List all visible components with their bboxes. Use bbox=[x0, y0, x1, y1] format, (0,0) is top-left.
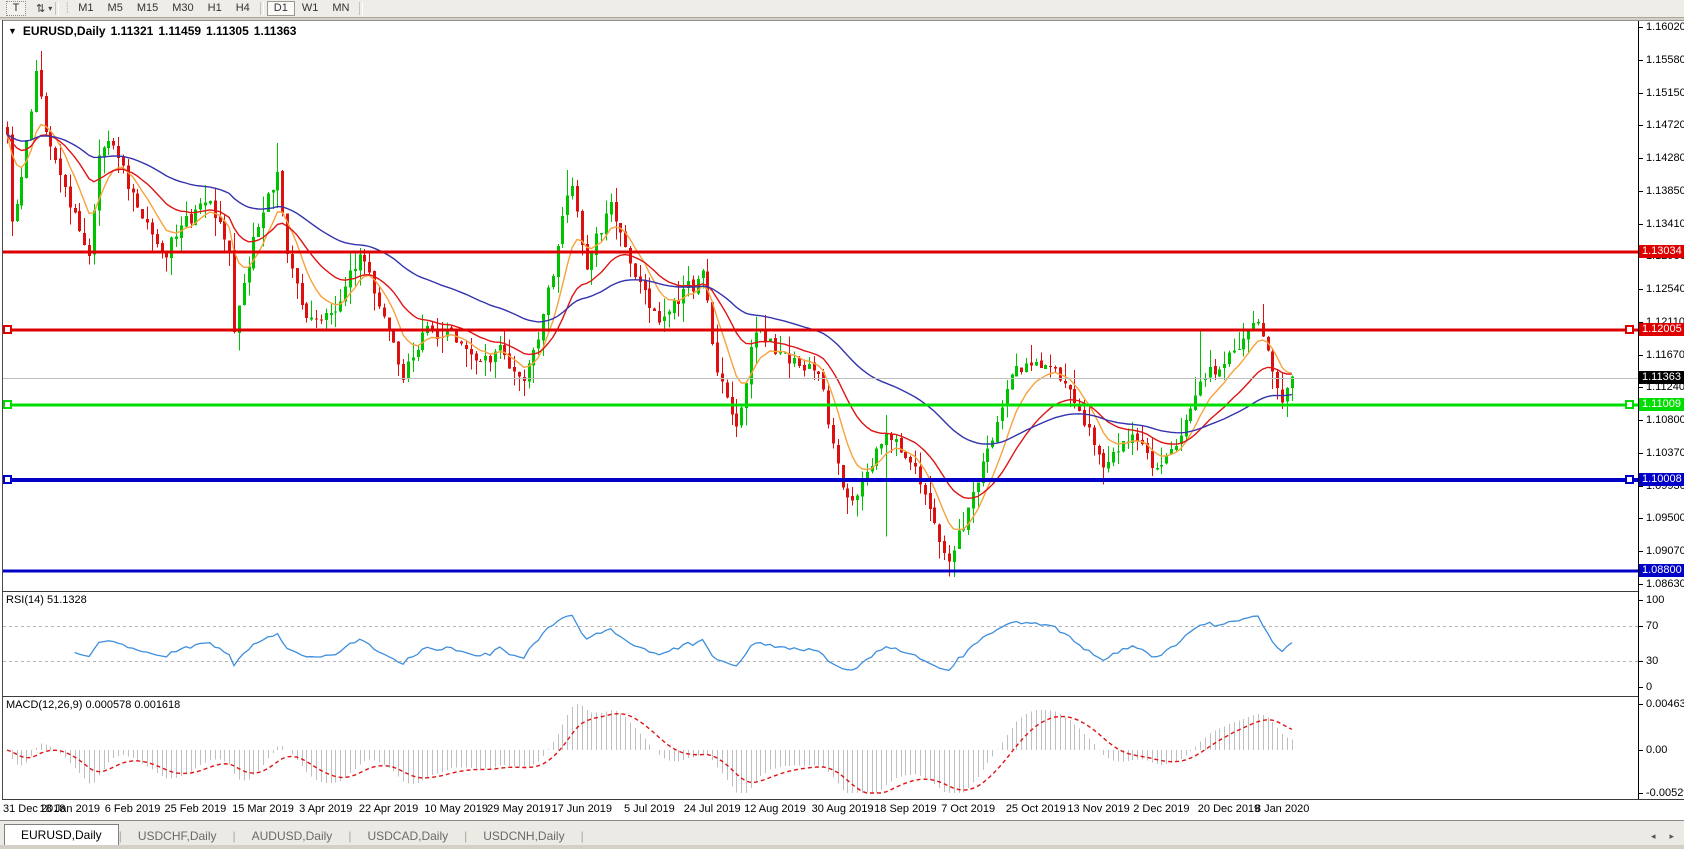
date-label: 15 Mar 2019 bbox=[232, 803, 294, 815]
date-label: 10 May 2019 bbox=[424, 803, 488, 815]
rsi-tick-label: 70 bbox=[1646, 620, 1658, 632]
price-tick-label: 1.15150 bbox=[1646, 87, 1684, 99]
rsi-tick-label: 0 bbox=[1646, 681, 1652, 693]
date-label: 5 Jul 2019 bbox=[624, 803, 675, 815]
tab-scroll-arrows: ◂ ▸ bbox=[1651, 826, 1674, 846]
rsi-tick-label: 100 bbox=[1646, 594, 1664, 606]
price-tick-label: 1.09500 bbox=[1646, 512, 1684, 524]
price-tick-label: 1.11670 bbox=[1646, 349, 1684, 361]
symbol-tabbar: EURUSD,Daily|USDCHF,Daily|AUDUSD,Daily|U… bbox=[0, 820, 1684, 846]
date-label: 25 Oct 2019 bbox=[1006, 803, 1066, 815]
date-label: 18 Jan 2019 bbox=[40, 803, 101, 815]
tab-EURUSD[interactable]: EURUSD,Daily bbox=[4, 824, 119, 846]
macd-histogram bbox=[8, 704, 1293, 793]
quote-high: 1.11459 bbox=[158, 24, 201, 38]
rsi-label: RSI(14) 51.1328 bbox=[6, 594, 87, 606]
mt4-window: T ⇅ ▾ ┊ M1M5M15M30H1H4D1W1MN ▼ EURUSD,Da… bbox=[0, 0, 1684, 849]
date-label: 13 Nov 2019 bbox=[1067, 803, 1129, 815]
macd-tick-label: 0.00 bbox=[1646, 744, 1667, 756]
price-tick-label: 1.14720 bbox=[1646, 119, 1684, 131]
macd-tick-label: 0.00463 bbox=[1646, 698, 1684, 710]
tab-separator: | bbox=[581, 826, 584, 846]
tab-USDCHF[interactable]: USDCHF,Daily bbox=[122, 826, 233, 846]
price-badge-1.13034: 1.13034 bbox=[1639, 245, 1684, 258]
rsi-tick-label: 30 bbox=[1646, 655, 1658, 667]
quote-close: 1.11363 bbox=[254, 24, 297, 38]
date-label: 30 Aug 2019 bbox=[812, 803, 874, 815]
hline-handle-left[interactable] bbox=[4, 401, 11, 408]
tab-AUDUSD[interactable]: AUDUSD,Daily bbox=[236, 826, 349, 846]
price-tick-label: 1.09070 bbox=[1646, 545, 1684, 557]
price-tick-label: 1.16020 bbox=[1646, 21, 1684, 33]
macd-label: MACD(12,26,9) 0.000578 0.001618 bbox=[6, 699, 180, 711]
bottom-strip bbox=[0, 845, 1684, 849]
hline-handle-right[interactable] bbox=[1626, 476, 1633, 483]
price-tick-label: 1.13410 bbox=[1646, 218, 1684, 230]
rsi-line bbox=[75, 615, 1292, 670]
price-tick-label: 1.15580 bbox=[1646, 54, 1684, 66]
date-label: 29 May 2019 bbox=[487, 803, 551, 815]
hline-handle-right[interactable] bbox=[1626, 401, 1633, 408]
date-label: 25 Feb 2019 bbox=[164, 803, 226, 815]
price-tick-label: 1.12540 bbox=[1646, 283, 1684, 295]
date-label: 22 Apr 2019 bbox=[359, 803, 418, 815]
date-label: 2 Dec 2019 bbox=[1133, 803, 1189, 815]
symbol-header: ▼ EURUSD,Daily 1.11321 1.11459 1.11305 1… bbox=[8, 24, 296, 38]
tabs-holder: EURUSD,Daily|USDCHF,Daily|AUDUSD,Daily|U… bbox=[0, 824, 584, 846]
date-label: 24 Jul 2019 bbox=[684, 803, 741, 815]
date-label: 17 Jun 2019 bbox=[551, 803, 612, 815]
chart-plot bbox=[0, 0, 1684, 849]
hline-handle-left[interactable] bbox=[4, 326, 11, 333]
price-tick-label: 1.14280 bbox=[1646, 152, 1684, 164]
current-price-badge: 1.11363 bbox=[1639, 371, 1684, 384]
price-tick-label: 1.10370 bbox=[1646, 447, 1684, 459]
price-tick-label: 1.13850 bbox=[1646, 185, 1684, 197]
tab-scroll-right-icon[interactable]: ▸ bbox=[1669, 831, 1674, 842]
symbol-dropdown-icon[interactable]: ▼ bbox=[8, 26, 17, 36]
macd-signal-line bbox=[7, 714, 1292, 793]
macd-tick-label: -0.005299 bbox=[1646, 787, 1684, 799]
candles bbox=[6, 51, 1294, 577]
symbol-name: EURUSD,Daily bbox=[23, 24, 106, 38]
price-badge-1.11009: 1.11009 bbox=[1639, 398, 1684, 411]
price-tick-label: 1.10800 bbox=[1646, 414, 1684, 426]
tab-USDCAD[interactable]: USDCAD,Daily bbox=[351, 826, 464, 846]
tab-USDCNH[interactable]: USDCNH,Daily bbox=[467, 826, 580, 846]
date-label: 6 Feb 2019 bbox=[105, 803, 161, 815]
price-badge-1.08800: 1.08800 bbox=[1639, 564, 1684, 577]
date-label: 12 Aug 2019 bbox=[744, 803, 806, 815]
date-label: 8 Jan 2020 bbox=[1255, 803, 1309, 815]
quote-open: 1.11321 bbox=[111, 24, 154, 38]
price-tick-label: 1.08630 bbox=[1646, 578, 1684, 590]
quote-low: 1.11305 bbox=[206, 24, 249, 38]
price-badge-1.12005: 1.12005 bbox=[1639, 323, 1684, 336]
tab-scroll-left-icon[interactable]: ◂ bbox=[1651, 831, 1656, 842]
hline-handle-right[interactable] bbox=[1626, 326, 1633, 333]
date-label: 7 Oct 2019 bbox=[941, 803, 995, 815]
hline-handle-left[interactable] bbox=[4, 476, 11, 483]
date-label: 20 Dec 2019 bbox=[1198, 803, 1260, 815]
date-label: 18 Sep 2019 bbox=[874, 803, 936, 815]
price-badge-1.10008: 1.10008 bbox=[1639, 473, 1684, 486]
date-label: 3 Apr 2019 bbox=[299, 803, 352, 815]
